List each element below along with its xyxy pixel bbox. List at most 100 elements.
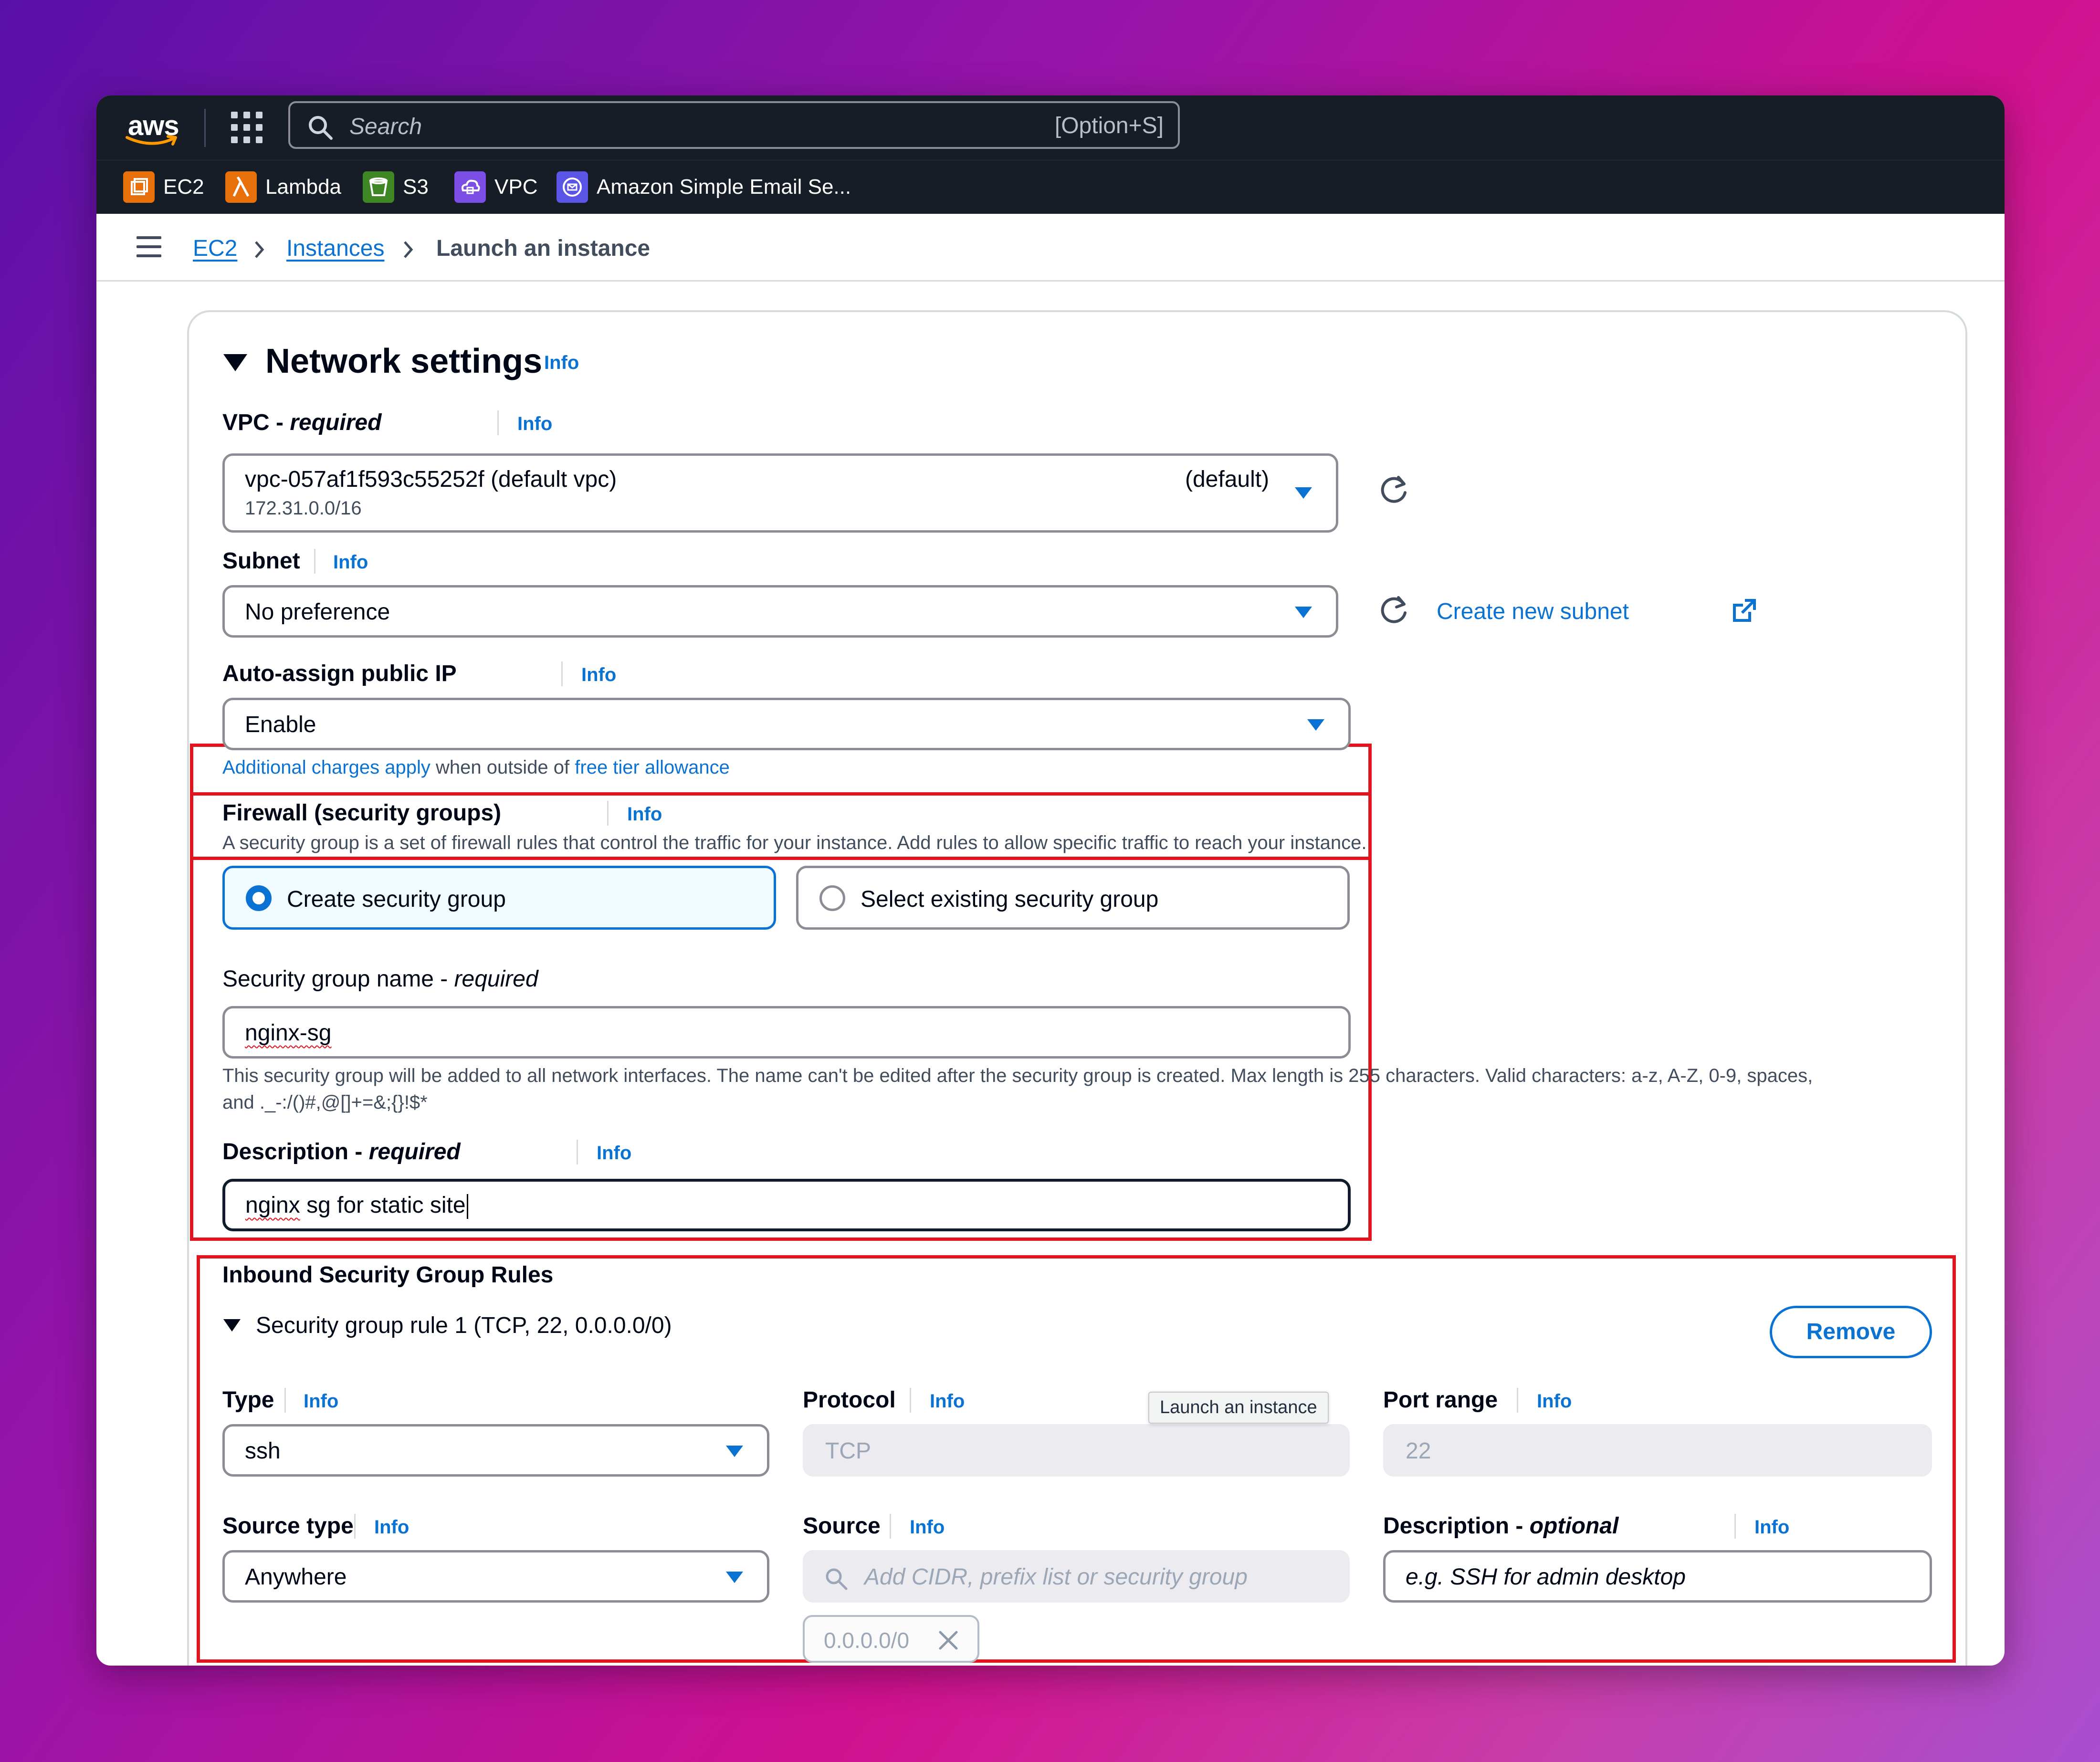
label-divider <box>910 1388 911 1413</box>
source-type-label: Source type <box>222 1513 354 1539</box>
caret-down-icon <box>726 1446 743 1457</box>
search-shortcut: [Option+S] <box>1054 113 1164 138</box>
label-divider <box>890 1514 891 1539</box>
caret-down-icon <box>1307 719 1324 731</box>
chevron-right-icon <box>255 241 264 258</box>
source-type-info-link[interactable]: Info <box>374 1517 409 1538</box>
rule-description-input[interactable]: e.g. SSH for admin desktop <box>1383 1550 1932 1603</box>
label-divider <box>1517 1388 1518 1413</box>
protocol-label: Protocol <box>803 1387 896 1413</box>
source-input[interactable]: Add CIDR, prefix list or security group <box>803 1550 1350 1603</box>
topbar-divider <box>204 109 206 147</box>
refresh-icon[interactable] <box>1377 594 1411 627</box>
aws-top-bar: aws Search [Option+S] <box>96 95 2005 160</box>
search-bar[interactable]: Search [Option+S] <box>288 101 1180 149</box>
favorite-vpc[interactable]: VPC <box>454 169 537 205</box>
section-title: Network settings <box>265 342 543 380</box>
lambda-icon <box>225 171 257 203</box>
breadcrumb-instances[interactable]: Instances <box>286 235 384 262</box>
ses-icon <box>556 171 588 203</box>
vpc-select[interactable]: vpc-057af1f593c55252f (default vpc) 172.… <box>222 453 1338 533</box>
subnet-label: Subnet <box>222 548 300 574</box>
type-label: Type <box>222 1387 274 1413</box>
breadcrumb-ec2[interactable]: EC2 <box>193 235 237 262</box>
firewall-info-link[interactable]: Info <box>627 804 662 825</box>
create-security-group-option[interactable]: Create security group <box>222 866 776 930</box>
protocol-info-link[interactable]: Info <box>930 1391 965 1412</box>
description-info-link[interactable]: Info <box>597 1143 631 1164</box>
label-divider <box>497 410 499 435</box>
charges-note: Additional charges apply when outside of… <box>222 757 730 778</box>
chevron-right-icon <box>404 241 413 258</box>
search-icon <box>826 1568 848 1590</box>
favorite-lambda[interactable]: Lambda <box>225 169 341 205</box>
port-range-label: Port range <box>1383 1387 1498 1413</box>
inbound-rules-title: Inbound Security Group Rules <box>222 1262 554 1288</box>
subnet-info-link[interactable]: Info <box>333 552 368 573</box>
sg-name-hint-line1: This security group will be added to all… <box>222 1065 1813 1086</box>
hamburger-menu-icon[interactable] <box>136 236 161 263</box>
label-divider <box>354 1514 356 1539</box>
label-divider <box>314 549 315 574</box>
source-info-link[interactable]: Info <box>910 1517 945 1538</box>
caret-down-icon <box>1295 607 1312 618</box>
source-type-select[interactable]: Anywhere <box>222 1550 769 1603</box>
radio-selected-icon <box>246 885 272 911</box>
sg-name-label: Security group name - required <box>222 966 538 992</box>
favorite-ses[interactable]: Amazon Simple Email Se... <box>556 169 851 205</box>
subnet-select[interactable]: No preference <box>222 585 1338 638</box>
auto-ip-select[interactable]: Enable <box>222 698 1351 750</box>
label-divider <box>284 1388 286 1413</box>
collapse-triangle-icon[interactable] <box>222 352 248 373</box>
refresh-icon[interactable] <box>1377 473 1411 507</box>
tooltip: Launch an instance <box>1148 1392 1329 1424</box>
remove-rule-button[interactable]: Remove <box>1770 1306 1932 1358</box>
port-range-input: 22 <box>1383 1424 1932 1477</box>
favorite-ec2[interactable]: EC2 <box>123 169 204 205</box>
sg-name-input[interactable]: nginx-sg <box>222 1006 1351 1059</box>
vpc-default-tag: (default) <box>1185 467 1270 492</box>
type-select[interactable]: ssh <box>222 1424 769 1477</box>
breadcrumb: EC2 Instances Launch an instance <box>96 213 2005 282</box>
source-label: Source <box>803 1513 881 1539</box>
text-cursor <box>466 1194 468 1219</box>
caret-down-icon <box>1295 487 1312 499</box>
port-range-info-link[interactable]: Info <box>1537 1391 1572 1412</box>
close-icon[interactable] <box>937 1629 959 1651</box>
description-label: Description - required <box>222 1139 461 1164</box>
ec2-icon <box>123 171 155 203</box>
label-divider <box>607 801 609 826</box>
label-divider <box>561 661 563 686</box>
favorite-s3[interactable]: S3 <box>363 169 429 205</box>
breadcrumb-current: Launch an instance <box>436 236 651 261</box>
label-divider <box>577 1140 578 1164</box>
firewall-description: A security group is a set of firewall ru… <box>222 832 1367 853</box>
description-input[interactable]: nginx sg for static site <box>222 1179 1351 1231</box>
rule-title: Security group rule 1 (TCP, 22, 0.0.0.0/… <box>256 1313 672 1338</box>
create-subnet-link[interactable]: Create new subnet <box>1437 598 1629 625</box>
network-info-link[interactable]: Info <box>544 352 579 374</box>
vpc-icon <box>454 171 486 203</box>
network-settings-card: Network settings Info VPC - required Inf… <box>187 310 1967 1666</box>
auto-ip-info-link[interactable]: Info <box>581 664 616 686</box>
select-existing-security-group-option[interactable]: Select existing security group <box>796 866 1350 930</box>
search-placeholder: Search <box>349 114 422 139</box>
vpc-info-link[interactable]: Info <box>517 413 552 435</box>
collapse-triangle-icon[interactable] <box>222 1317 242 1333</box>
radio-unselected-icon <box>819 885 845 911</box>
auto-ip-label: Auto-assign public IP <box>222 661 457 686</box>
external-link-icon[interactable] <box>1731 598 1757 624</box>
label-divider <box>1734 1514 1736 1539</box>
services-menu-icon[interactable] <box>231 112 262 143</box>
type-info-link[interactable]: Info <box>304 1391 338 1412</box>
browser-window: aws Search [Option+S] EC2 Lambda S3 VPC … <box>96 95 2005 1666</box>
s3-icon <box>363 171 394 203</box>
favorites-bar: EC2 Lambda S3 VPC Amazon Simple Email Se… <box>96 160 2005 214</box>
firewall-label: Firewall (security groups) <box>222 800 502 826</box>
sg-name-hint-line2: and ._-:/()#,@[]+=&;{}!$* <box>222 1092 428 1113</box>
search-icon <box>309 116 333 140</box>
protocol-input: TCP <box>803 1424 1350 1477</box>
source-token: 0.0.0.0/0 <box>803 1615 979 1663</box>
aws-logo[interactable]: aws <box>124 106 180 149</box>
rule-description-info-link[interactable]: Info <box>1754 1517 1789 1538</box>
